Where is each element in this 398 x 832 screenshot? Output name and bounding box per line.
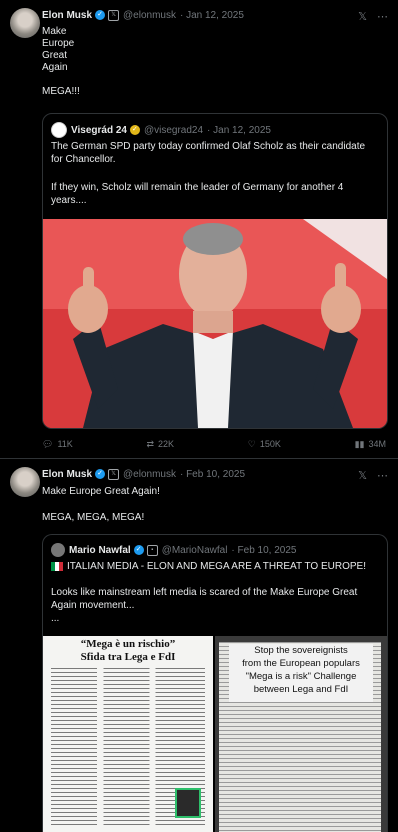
newspaper-headline-1: “Mega è un rischio” bbox=[80, 638, 176, 650]
affiliate-icon: 𝕏 bbox=[108, 468, 120, 480]
quote-header: Mario Nawfal ✓ ▪ @MarioNawfal · Feb 10, … bbox=[51, 543, 296, 557]
x-logo-icon: 𝕏 bbox=[358, 470, 367, 482]
text-line: Europe bbox=[42, 38, 75, 49]
quote-image-1[interactable]: “Mega è un rischio” Sfida tra Lega e FdI bbox=[43, 636, 213, 832]
quote-date[interactable]: · Jan 12, 2025 bbox=[207, 125, 271, 136]
quote-author[interactable]: Visegrád 24 bbox=[71, 125, 127, 136]
like-icon: ♡ bbox=[247, 438, 256, 449]
tweet-date[interactable]: · Jan 12, 2025 bbox=[180, 10, 244, 21]
views-button[interactable]: ▮▮ 34M bbox=[355, 437, 386, 451]
newspaper-thumbnail bbox=[175, 788, 201, 818]
quote-header: Visegrád 24 ✓ @visegrad24 · Jan 12, 2025 bbox=[51, 122, 271, 138]
tweet-2[interactable]: Elon Musk ✓ 𝕏 @elonmusk · Feb 10, 2025 𝕏… bbox=[0, 459, 398, 832]
quote-line-2: Looks like mainstream left media is scar… bbox=[51, 587, 358, 611]
tweet-date[interactable]: · Feb 10, 2025 bbox=[180, 469, 245, 480]
italy-flag-icon bbox=[51, 561, 63, 571]
top-icons: 𝕏 ⋯ bbox=[358, 469, 388, 482]
translation-line: "Mega is a risk" Challenge bbox=[245, 671, 357, 682]
tweet-header: Elon Musk ✓ 𝕏 @elonmusk · Jan 12, 2025 bbox=[42, 7, 244, 23]
quoted-tweet[interactable]: Visegrád 24 ✓ @visegrad24 · Jan 12, 2025… bbox=[42, 113, 388, 429]
quote-author[interactable]: Mario Nawfal bbox=[69, 545, 131, 556]
quote-line-1-text: ITALIAN MEDIA - ELON AND MEGA ARE A THRE… bbox=[67, 561, 366, 572]
tweet-text-1: Make Europe Great Again! bbox=[42, 486, 160, 497]
quote-handle[interactable]: @MarioNawfal bbox=[162, 545, 228, 556]
quote-handle[interactable]: @visegrad24 bbox=[144, 125, 203, 136]
politician-photo bbox=[43, 219, 387, 428]
more-icon[interactable]: ⋯ bbox=[377, 469, 388, 482]
tweet-1[interactable]: Elon Musk ✓ 𝕏 @elonmusk · Jan 12, 2025 𝕏… bbox=[0, 0, 398, 457]
author-handle[interactable]: @elonmusk bbox=[123, 10, 176, 21]
quote-date[interactable]: · Feb 10, 2025 bbox=[231, 545, 296, 556]
repost-icon: ⇄ bbox=[146, 438, 155, 449]
quote-image[interactable] bbox=[43, 219, 387, 428]
avatar[interactable] bbox=[10, 467, 40, 497]
reply-count: 11K bbox=[57, 439, 73, 449]
avatar[interactable] bbox=[10, 8, 40, 38]
views-count: 34M bbox=[368, 439, 386, 449]
quote-line-1: ITALIAN MEDIA - ELON AND MEGA ARE A THRE… bbox=[51, 560, 379, 573]
affiliate-icon: ▪ bbox=[146, 544, 158, 556]
text-line bbox=[42, 74, 80, 86]
quote-avatar bbox=[51, 122, 67, 138]
text-line: Great bbox=[42, 50, 68, 61]
quote-text: The German SPD party today confirmed Ola… bbox=[51, 141, 366, 165]
reply-icon: 💬︎ bbox=[42, 438, 54, 449]
translation-line: Stop the sovereignists bbox=[254, 645, 348, 656]
translation-line: between Lega and FdI bbox=[253, 684, 349, 695]
repost-button[interactable]: ⇄ 22K bbox=[147, 437, 175, 451]
like-button[interactable]: ♡ 150K bbox=[248, 437, 281, 451]
like-count: 150K bbox=[259, 439, 281, 449]
repost-count: 22K bbox=[158, 439, 175, 449]
verified-badge-icon: ✓ bbox=[133, 545, 144, 555]
action-bar: 💬︎ 11K ⇄ 22K ♡ 150K ▮▮ 34M bbox=[42, 437, 386, 451]
author-name[interactable]: Elon Musk bbox=[42, 10, 92, 21]
quoted-tweet[interactable]: Mario Nawfal ✓ ▪ @MarioNawfal · Feb 10, … bbox=[42, 534, 388, 832]
views-icon: ▮▮ bbox=[354, 438, 365, 449]
tweet-text: Make Europe Great Again MEGA!!! bbox=[42, 26, 80, 98]
verified-badge-icon: ✓ bbox=[95, 469, 106, 479]
text-line: Make bbox=[42, 26, 67, 37]
translation-line: from the European populars bbox=[242, 658, 360, 669]
verified-badge-icon: ✓ bbox=[95, 10, 106, 20]
text-line: MEGA!!! bbox=[42, 86, 80, 97]
tweet-header: Elon Musk ✓ 𝕏 @elonmusk · Feb 10, 2025 bbox=[42, 466, 245, 482]
author-name[interactable]: Elon Musk bbox=[42, 469, 92, 480]
quote-line-3: ... bbox=[51, 613, 60, 624]
quote-avatar bbox=[51, 543, 65, 557]
author-handle[interactable]: @elonmusk bbox=[123, 469, 176, 480]
translation-box: Stop the sovereignists from the European… bbox=[229, 644, 373, 702]
text-line: Again bbox=[42, 62, 68, 73]
x-logo-icon: 𝕏 bbox=[358, 11, 367, 23]
quote-image-2[interactable]: Stop the sovereignists from the European… bbox=[215, 636, 387, 832]
more-icon[interactable]: ⋯ bbox=[377, 10, 388, 23]
tweet-text-2: MEGA, MEGA, MEGA! bbox=[42, 512, 145, 523]
reply-button[interactable]: 💬︎ 11K bbox=[42, 437, 73, 451]
verified-gold-badge-icon: ✓ bbox=[129, 125, 140, 135]
newspaper-headline-2: Sfida tra Lega e FdI bbox=[80, 651, 176, 663]
top-icons: 𝕏 ⋯ bbox=[358, 10, 388, 23]
quote-text-2: If they win, Scholz will remain the lead… bbox=[51, 182, 344, 206]
affiliate-icon: 𝕏 bbox=[108, 9, 120, 21]
